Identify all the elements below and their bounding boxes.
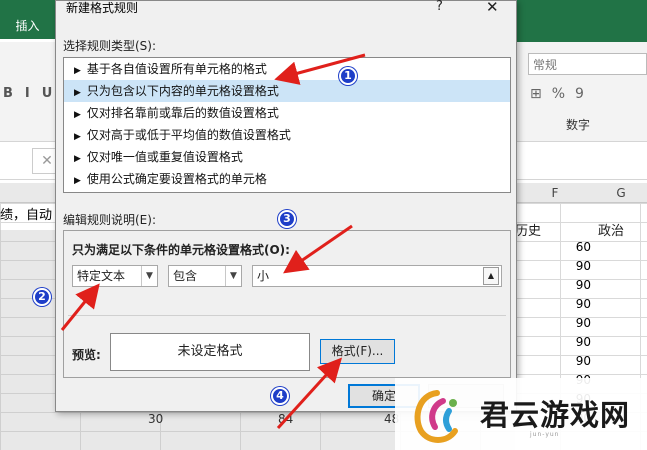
- close-icon[interactable]: ✕: [486, 0, 499, 16]
- column-header-g[interactable]: G: [595, 183, 647, 203]
- triangle-icon: ▶: [74, 88, 81, 98]
- triangle-icon: ▶: [74, 132, 81, 142]
- score-cell[interactable]: 90: [515, 297, 591, 311]
- preview-box: 未设定格式: [110, 333, 310, 371]
- rule-type-item-selected[interactable]: ▶ 只为包含以下内容的单元格设置格式: [64, 80, 510, 102]
- rule-type-item[interactable]: ▶ 仅对高于或低于平均值的数值设置格式: [64, 124, 510, 146]
- rule-type-item[interactable]: ▶ 仅对排名靠前或靠后的数值设置格式: [64, 102, 510, 124]
- number-group-label: 数字: [566, 118, 591, 132]
- bottom-num: 84: [278, 412, 294, 426]
- divider: [68, 315, 506, 316]
- triangle-icon: ▶: [74, 110, 81, 120]
- score-cell[interactable]: 90: [515, 354, 591, 368]
- chevron-down-icon: ▼: [225, 266, 241, 286]
- format-button[interactable]: 格式(F)...: [320, 339, 395, 364]
- operator-select[interactable]: 包含 ▼: [168, 265, 242, 287]
- score-cell[interactable]: 90: [515, 278, 591, 292]
- score-cell[interactable]: 90: [515, 259, 591, 273]
- italic-button[interactable]: I: [25, 86, 30, 101]
- condition-type-select[interactable]: 特定文本 ▼: [72, 265, 158, 287]
- rule-type-item[interactable]: ▶ 仅对唯一值或重复值设置格式: [64, 146, 510, 168]
- watermark-subtext: jun-yun: [530, 431, 560, 438]
- rule-type-list[interactable]: ▶ 基于各自值设置所有单元格的格式 ▶ 只为包含以下内容的单元格设置格式 ▶ 仅对排名…: [63, 57, 511, 193]
- step-badge-1: 1: [339, 67, 357, 85]
- step-badge-3: 3: [278, 210, 296, 228]
- watermark-logo-icon: [414, 390, 458, 443]
- triangle-icon: ▶: [74, 154, 81, 164]
- help-icon[interactable]: ?: [436, 0, 443, 14]
- chevron-down-icon: ▼: [141, 266, 157, 286]
- step-badge-4: 4: [271, 387, 289, 405]
- range-picker-icon[interactable]: ▲: [483, 267, 499, 285]
- triangle-icon: ▶: [74, 176, 81, 186]
- cell-text: 绩，自动: [0, 208, 53, 223]
- watermark-text: 君云游戏网: [480, 398, 631, 432]
- score-cell[interactable]: 90: [515, 335, 591, 349]
- preview-label: 预览:: [72, 348, 101, 362]
- only-format-label: 只为满足以下条件的单元格设置格式(O):: [72, 243, 290, 257]
- step-badge-2: 2: [33, 288, 51, 306]
- rule-type-item[interactable]: ▶ 使用公式确定要设置格式的单元格: [64, 168, 510, 190]
- font-format-buttons: B I U: [0, 86, 56, 101]
- header-politics[interactable]: 政治: [596, 220, 647, 239]
- dialog-title: 新建格式规则: [66, 1, 139, 15]
- value-input[interactable]: 小 ▲: [252, 265, 502, 287]
- currency-icon[interactable]: ⊞: [530, 86, 542, 102]
- header-history[interactable]: 历史: [515, 220, 595, 239]
- underline-button[interactable]: U: [42, 86, 53, 101]
- percent-icon[interactable]: %: [552, 86, 565, 102]
- rule-type-item[interactable]: ▶ 基于各自值设置所有单元格的格式: [64, 58, 510, 80]
- triangle-icon: ▶: [74, 66, 81, 76]
- number-format-icons: ⊞ % 9: [530, 86, 647, 102]
- comma-icon[interactable]: 9: [575, 86, 584, 102]
- score-cell[interactable]: 60: [515, 240, 591, 254]
- tab-insert[interactable]: 插入: [0, 10, 55, 42]
- number-format-select[interactable]: 常规: [528, 53, 647, 75]
- edit-rule-panel: 只为满足以下条件的单元格设置格式(O): 特定文本 ▼ 包含 ▼ 小 ▲ 预览:…: [63, 230, 511, 378]
- column-header-f[interactable]: F: [515, 183, 595, 203]
- bold-button[interactable]: B: [3, 86, 13, 101]
- edit-rule-label: 编辑规则说明(E):: [63, 213, 156, 227]
- new-format-rule-dialog: 新建格式规则 ? ✕ 选择规则类型(S): ▶ 基于各自值设置所有单元格的格式 ▶…: [55, 0, 517, 412]
- bottom-num: 30: [148, 412, 164, 426]
- select-rule-type-label: 选择规则类型(S):: [63, 39, 157, 53]
- score-cell[interactable]: 90: [515, 316, 591, 330]
